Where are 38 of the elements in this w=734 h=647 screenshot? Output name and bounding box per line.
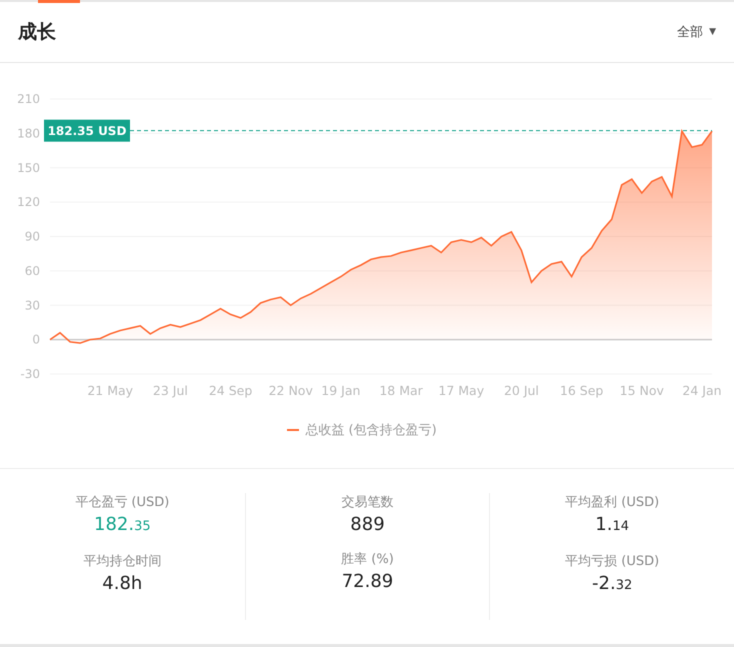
x-axis-label: 18 Mar [379,383,423,398]
stat-value: -2.32 [592,573,632,596]
stat-label: 平均亏损 (USD) [565,553,660,570]
x-axis-label: 23 Jul [152,383,188,398]
y-axis-label: 150 [17,160,40,175]
y-axis-label: 90 [24,230,40,244]
tab-indicator [38,0,80,3]
stat-label: 平均持仓时间 [83,553,162,570]
y-axis-label: 210 [17,92,40,106]
period-dropdown[interactable]: 全部 ▼ [677,23,716,41]
y-axis-label: 60 [24,264,40,278]
stat-value: 1.14 [595,514,630,537]
stat-label: 交易笔数 [341,494,394,511]
x-axis-label: 17 May [438,383,484,398]
ref-line-label: 182.35 USD [48,124,126,138]
x-axis-label: 16 Sep [560,383,604,398]
section-title: 成长 [18,20,56,45]
value-badge: 182.35 USD [44,120,130,142]
stat-value: 182.35 [94,514,151,537]
x-axis-label: 19 Jan [321,383,360,398]
y-axis-label: 180 [17,126,40,140]
y-axis-label: 120 [17,195,40,210]
x-axis-label: 21 May [87,383,134,398]
y-axis-label: -30 [20,367,40,381]
stat-label: 胜率 (%) [341,551,394,568]
stat-label: 平均盈利 (USD) [565,494,660,511]
y-axis-label: 0 [32,332,40,347]
x-axis-label: 22 Nov [268,383,313,398]
stat-value: 72.89 [342,571,394,593]
x-axis-label: 24 Sep [208,383,252,398]
stat-label: 平仓盈亏 (USD) [75,494,170,511]
stat-value: 4.8h [102,573,142,595]
x-axis-label: 15 Nov [620,383,664,398]
x-axis-label: 24 Jan [682,383,722,398]
stat-value: 889 [350,514,385,536]
x-axis-label: 20 Jul [504,383,539,398]
legend-label: 总收益 (包含持仓盈亏) [305,422,437,439]
y-axis-label: 30 [24,298,40,312]
